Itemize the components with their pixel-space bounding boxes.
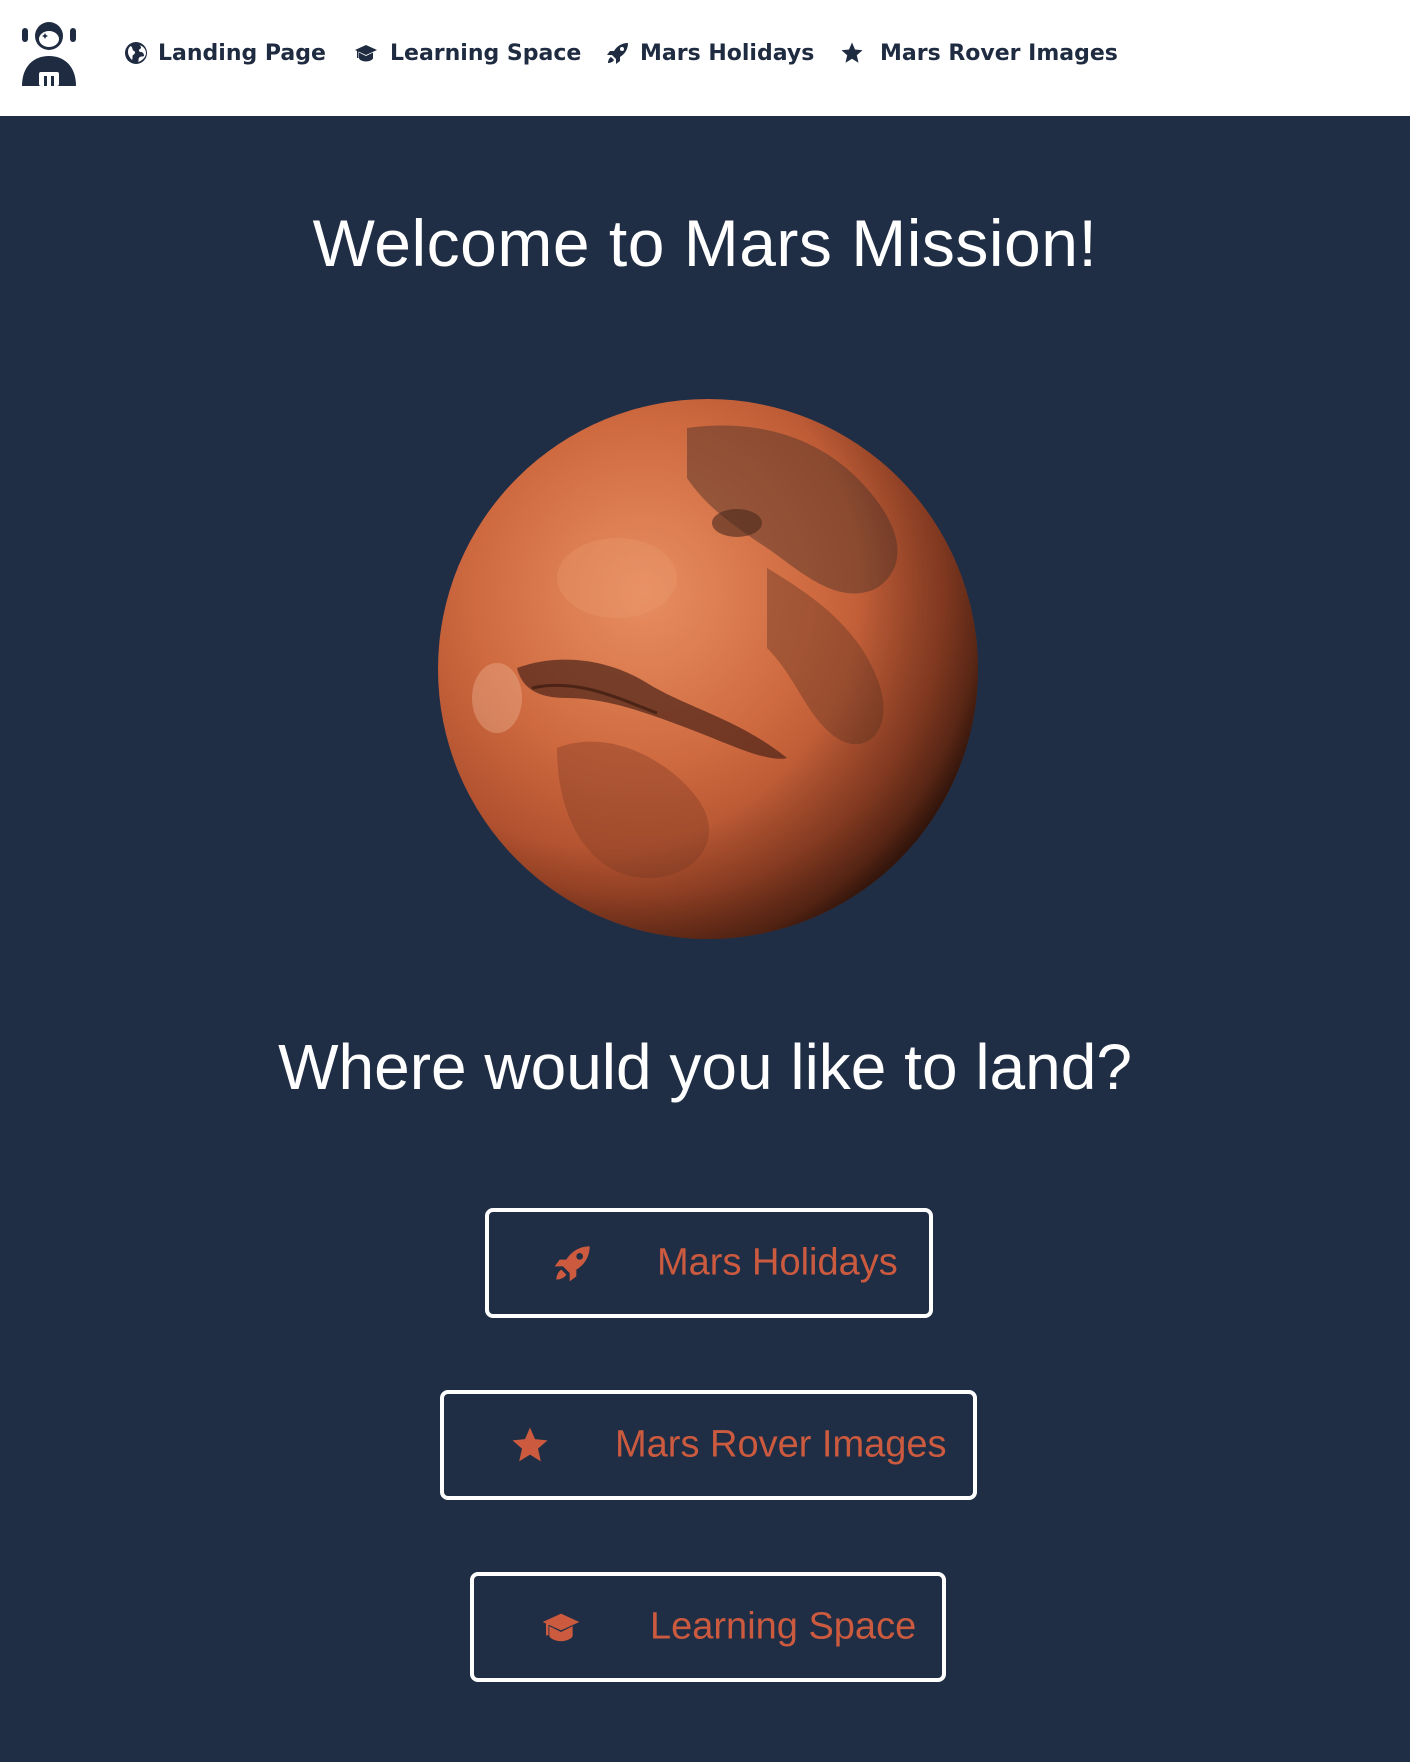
rocket-icon bbox=[554, 1246, 590, 1282]
nav-label: Learning Space bbox=[390, 40, 582, 66]
page-title: Welcome to Mars Mission! bbox=[312, 206, 1098, 280]
nav-mars-rover-images[interactable]: Mars Rover Images bbox=[840, 36, 1118, 70]
mars-holidays-button[interactable]: Mars Holidays bbox=[485, 1208, 933, 1318]
button-label: Learning Space bbox=[650, 1605, 917, 1648]
graduation-cap-icon bbox=[542, 1613, 580, 1642]
star-icon bbox=[841, 42, 863, 63]
top-navbar: Landing Page Learning Space Mars Holiday… bbox=[0, 0, 1410, 116]
destination-question: Where would you like to land? bbox=[278, 1031, 1132, 1103]
button-label: Mars Holidays bbox=[657, 1241, 898, 1284]
nav-learning-space[interactable]: Learning Space bbox=[352, 36, 581, 70]
globe-icon bbox=[125, 42, 147, 64]
nav-label: Landing Page bbox=[158, 40, 326, 66]
nav-landing-page[interactable]: Landing Page bbox=[124, 36, 326, 70]
astronaut-logo-icon[interactable] bbox=[20, 20, 78, 86]
star-icon bbox=[512, 1427, 548, 1462]
graduation-cap-icon bbox=[355, 45, 377, 62]
mars-planet-image bbox=[438, 399, 978, 939]
mars-rover-images-button[interactable]: Mars Rover Images bbox=[440, 1390, 977, 1500]
nav-label: Mars Rover Images bbox=[880, 40, 1118, 66]
nav-mars-holidays[interactable]: Mars Holidays bbox=[606, 36, 814, 70]
nav-label: Mars Holidays bbox=[640, 40, 815, 66]
button-label: Mars Rover Images bbox=[615, 1423, 947, 1466]
learning-space-button[interactable]: Learning Space bbox=[470, 1572, 946, 1682]
rocket-icon bbox=[607, 43, 628, 64]
